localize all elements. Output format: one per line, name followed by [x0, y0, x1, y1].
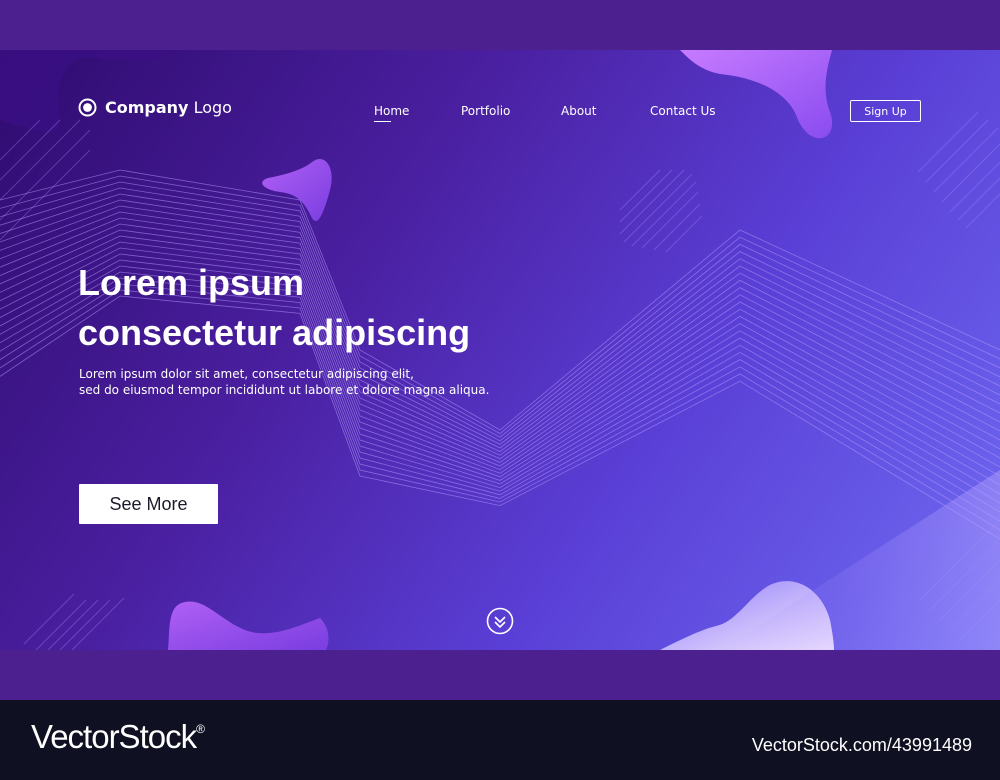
nav-portfolio[interactable]: Portfolio — [461, 104, 510, 118]
vectorstock-brand-text: VectorStock — [31, 718, 197, 755]
hero-headline-line2: consectetur adipiscing — [78, 312, 471, 353]
sign-up-button[interactable]: Sign Up — [850, 100, 921, 122]
nav-home[interactable]: Home — [374, 104, 409, 122]
watermark-bar: VectorStock® VectorStock.com/43991489 — [0, 700, 1000, 780]
hero-headline-line1: Lorem ipsum — [78, 262, 305, 303]
registered-mark: ® — [196, 722, 205, 736]
hero-subtext: Lorem ipsum dolor sit amet, consectetur … — [79, 366, 549, 398]
see-more-button[interactable]: See More — [79, 484, 218, 524]
nav-contact-us[interactable]: Contact Us — [650, 104, 716, 118]
nav-about[interactable]: About — [561, 104, 596, 118]
hero-subtext-line2: sed do eiusmod tempor incididunt ut labo… — [79, 383, 490, 397]
stock-id: VectorStock.com/43991489 — [751, 735, 972, 755]
hero-subtext-line1: Lorem ipsum dolor sit amet, consectetur … — [79, 367, 414, 381]
hero-headline: Lorem ipsum consectetur adipiscing — [78, 258, 598, 358]
bottom-frame-band — [0, 650, 1000, 700]
double-chevron-down-icon — [486, 607, 514, 635]
scroll-down-button[interactable] — [486, 607, 514, 635]
hero-section: Company Logo Home Portfolio About Contac… — [0, 50, 1000, 650]
top-frame-band — [0, 0, 1000, 50]
vectorstock-logo: VectorStock® — [31, 718, 205, 756]
